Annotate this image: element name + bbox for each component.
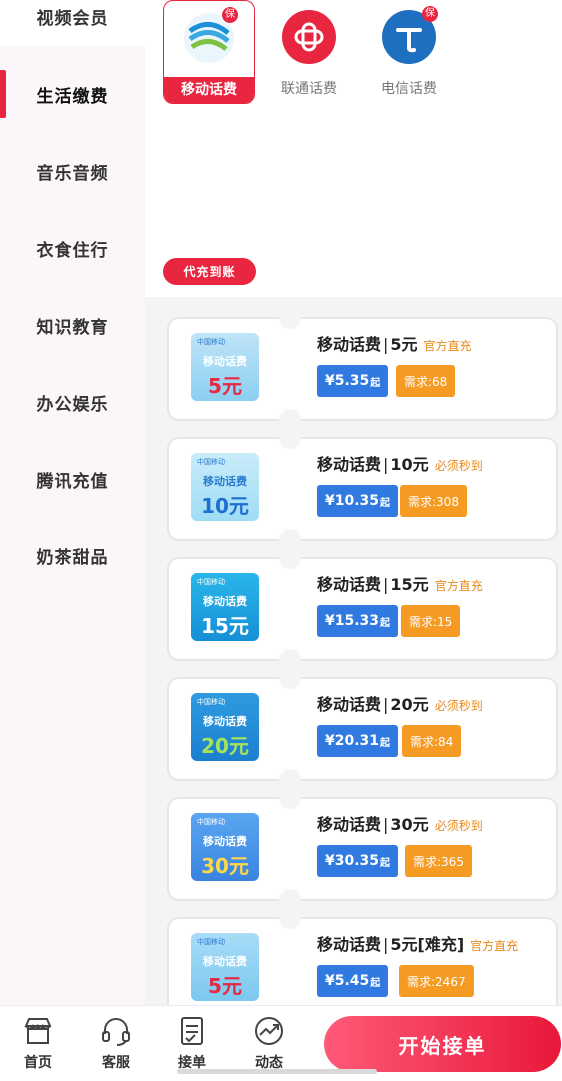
demand-badge: 需求:15	[401, 605, 461, 637]
category-sidebar: 视频会员 生活缴费 音乐音频 衣食住行 知识教育 办公娱乐 腾讯充值 奶茶甜品	[0, 0, 145, 1005]
sidebar-item-label: 办公娱乐	[36, 394, 109, 415]
thumb-brand: 中国移动	[197, 458, 225, 466]
china-unicom-logo-icon	[282, 10, 336, 64]
shop-icon	[24, 1018, 52, 1044]
tab-label: 客服	[102, 1055, 130, 1071]
sidebar-item-video-vip[interactable]: 视频会员	[0, 0, 145, 46]
tab-home[interactable]: 首页	[6, 1014, 70, 1072]
sidebar-item-office-entertainment[interactable]: 办公娱乐	[0, 372, 145, 432]
thumb-brand: 中国移动	[197, 578, 225, 586]
thumb-amount: 5元	[208, 974, 242, 998]
recharge-type-tag[interactable]: 代充到账	[163, 258, 256, 285]
thumb-amount: 10元	[201, 494, 249, 518]
operator-name: 移动话费	[164, 77, 254, 103]
card-title: 移动话费 | 30元 必须秒到	[317, 815, 483, 834]
guarantee-badge: 保	[222, 7, 238, 23]
sidebar-item-label: 视频会员	[36, 8, 109, 29]
price-badge: ¥5.45 起	[317, 965, 389, 997]
product-thumbnail: 中国移动 移动话费 5元	[191, 333, 259, 401]
thumb-title: 移动话费	[203, 955, 247, 968]
thumb-brand: 中国移动	[197, 338, 225, 346]
card-title: 移动话费 | 20元 必须秒到	[317, 695, 483, 714]
product-card[interactable]: 中国移动 移动话费 10元 移动话费 | 10元 必须秒到 ¥10.35 起 需求:30…	[167, 427, 558, 551]
demand-badge: 需求:365	[405, 845, 472, 877]
product-thumbnail: 中国移动 移动话费 5元	[191, 933, 259, 1001]
card-note: 必须秒到	[434, 819, 483, 833]
product-thumbnail: 中国移动 移动话费 10元	[191, 453, 259, 521]
product-thumbnail: 中国移动 移动话费 20元	[191, 693, 259, 761]
thumb-title: 移动话费	[203, 475, 247, 488]
sidebar-item-label: 衣食住行	[36, 240, 109, 261]
sidebar-item-label: 知识教育	[36, 317, 109, 338]
tab-activity[interactable]: 动态	[237, 1014, 301, 1072]
operator-mobile[interactable]: 保 移动话费	[163, 0, 255, 104]
tab-customer-service[interactable]: 客服	[84, 1014, 148, 1072]
sidebar-item-label: 生活缴费	[36, 86, 109, 107]
card-note: 必须秒到	[434, 699, 483, 713]
sidebar-item-tencent-recharge[interactable]: 腾讯充值	[0, 449, 145, 509]
operator-unicom[interactable]: 联通话费	[263, 0, 355, 104]
card-title: 移动话费 | 10元 必须秒到	[317, 455, 483, 474]
sidebar-item-label: 奶茶甜品	[36, 547, 109, 568]
guarantee-badge: 保	[422, 6, 438, 22]
demand-badge: 需求:308	[400, 485, 467, 517]
price-badge: ¥10.35 起	[317, 485, 399, 517]
home-indicator	[177, 1069, 377, 1074]
tab-orders[interactable]: 接单	[160, 1014, 224, 1072]
thumb-brand: 中国移动	[197, 938, 225, 946]
product-thumbnail: 中国移动 移动话费 30元	[191, 813, 259, 881]
thumb-brand: 中国移动	[197, 698, 225, 706]
thumb-amount: 20元	[201, 734, 249, 758]
product-card[interactable]: 中国移动 移动话费 30元 移动话费 | 30元 必须秒到 ¥30.35 起 需求:36…	[167, 787, 558, 911]
headset-icon	[102, 1018, 130, 1046]
china-mobile-logo-icon: 保	[182, 7, 238, 65]
card-note: 官方直充	[470, 939, 519, 953]
thumb-title: 移动话费	[203, 355, 247, 368]
price-badge: ¥20.31 起	[317, 725, 399, 757]
sidebar-item-music-audio[interactable]: 音乐音频	[0, 141, 145, 201]
product-card[interactable]: 中国移动 移动话费 20元 移动话费 | 20元 必须秒到 ¥20.31 起 需求:84	[167, 667, 558, 791]
clipboard-icon	[181, 1017, 203, 1045]
thumb-brand: 中国移动	[197, 818, 225, 826]
trend-icon	[255, 1017, 283, 1045]
tab-label: 首页	[24, 1055, 52, 1071]
card-note: 官方直充	[434, 579, 483, 593]
thumb-amount: 5元	[208, 374, 242, 398]
operator-name: 联通话费	[281, 81, 337, 97]
demand-badge: 需求:2467	[399, 965, 474, 997]
sidebar-item-label: 腾讯充值	[36, 471, 109, 492]
card-title: 移动话费 | 15元 官方直充	[317, 575, 483, 594]
price-badge: ¥15.33 起	[317, 605, 399, 637]
sidebar-item-label: 音乐音频	[36, 163, 109, 184]
sidebar-item-education[interactable]: 知识教育	[0, 295, 145, 355]
thumb-amount: 15元	[201, 614, 249, 638]
card-note: 官方直充	[423, 339, 472, 353]
operator-name: 电信话费	[381, 81, 437, 97]
thumb-amount: 30元	[201, 854, 249, 878]
card-title: 移动话费 | 5元[难充] 官方直充	[317, 935, 519, 954]
operator-telecom[interactable]: 保 电信话费	[363, 0, 455, 104]
sidebar-item-food-travel[interactable]: 衣食住行	[0, 218, 145, 278]
card-title: 移动话费 | 5元 官方直充	[317, 335, 472, 354]
product-card[interactable]: 中国移动 移动话费 5元 移动话费 | 5元 官方直充 ¥5.35 起 需求:68	[167, 307, 558, 431]
operator-selector: 保 移动话费 联通话费 保 电信话费	[145, 0, 562, 250]
start-accepting-orders-button[interactable]: 开始接单	[324, 1016, 561, 1072]
demand-badge: 需求:68	[396, 365, 456, 397]
thumb-title: 移动话费	[203, 835, 247, 848]
thumb-title: 移动话费	[203, 715, 247, 728]
thumb-title: 移动话费	[203, 595, 247, 608]
sidebar-item-milk-tea[interactable]: 奶茶甜品	[0, 525, 145, 585]
product-thumbnail: 中国移动 移动话费 15元	[191, 573, 259, 641]
price-badge: ¥5.35 起	[317, 365, 389, 397]
china-telecom-logo-icon: 保	[382, 6, 438, 64]
card-note: 必须秒到	[434, 459, 483, 473]
price-badge: ¥30.35 起	[317, 845, 399, 877]
product-card[interactable]: 中国移动 移动话费 15元 移动话费 | 15元 官方直充 ¥15.33 起 需求:15	[167, 547, 558, 671]
sidebar-item-life-payment[interactable]: 生活缴费	[0, 64, 145, 124]
demand-badge: 需求:84	[402, 725, 462, 757]
